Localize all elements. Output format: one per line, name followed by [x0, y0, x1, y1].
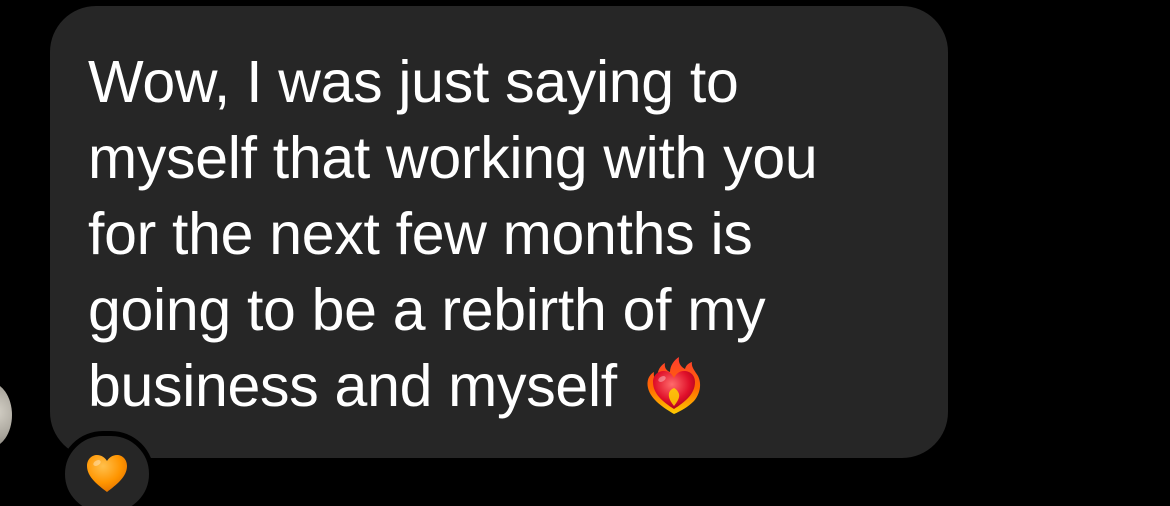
sender-avatar[interactable] — [0, 382, 12, 448]
message-line: for the next few months is — [88, 201, 753, 267]
message-line: business and myself — [88, 353, 617, 419]
message-text: Wow, I was just saying to myself that wo… — [88, 44, 928, 424]
message-line: going to be a rebirth of my — [88, 277, 766, 343]
message-last-line: business and myself — [88, 348, 928, 424]
message-line: Wow, I was just saying to — [88, 49, 739, 115]
message-bubble[interactable]: Wow, I was just saying to myself that wo… — [50, 6, 948, 458]
heart-on-fire-icon — [647, 357, 700, 414]
message-line: myself that working with you — [88, 125, 818, 191]
reaction-badge[interactable] — [60, 431, 154, 506]
orange-heart-icon — [87, 455, 127, 492]
